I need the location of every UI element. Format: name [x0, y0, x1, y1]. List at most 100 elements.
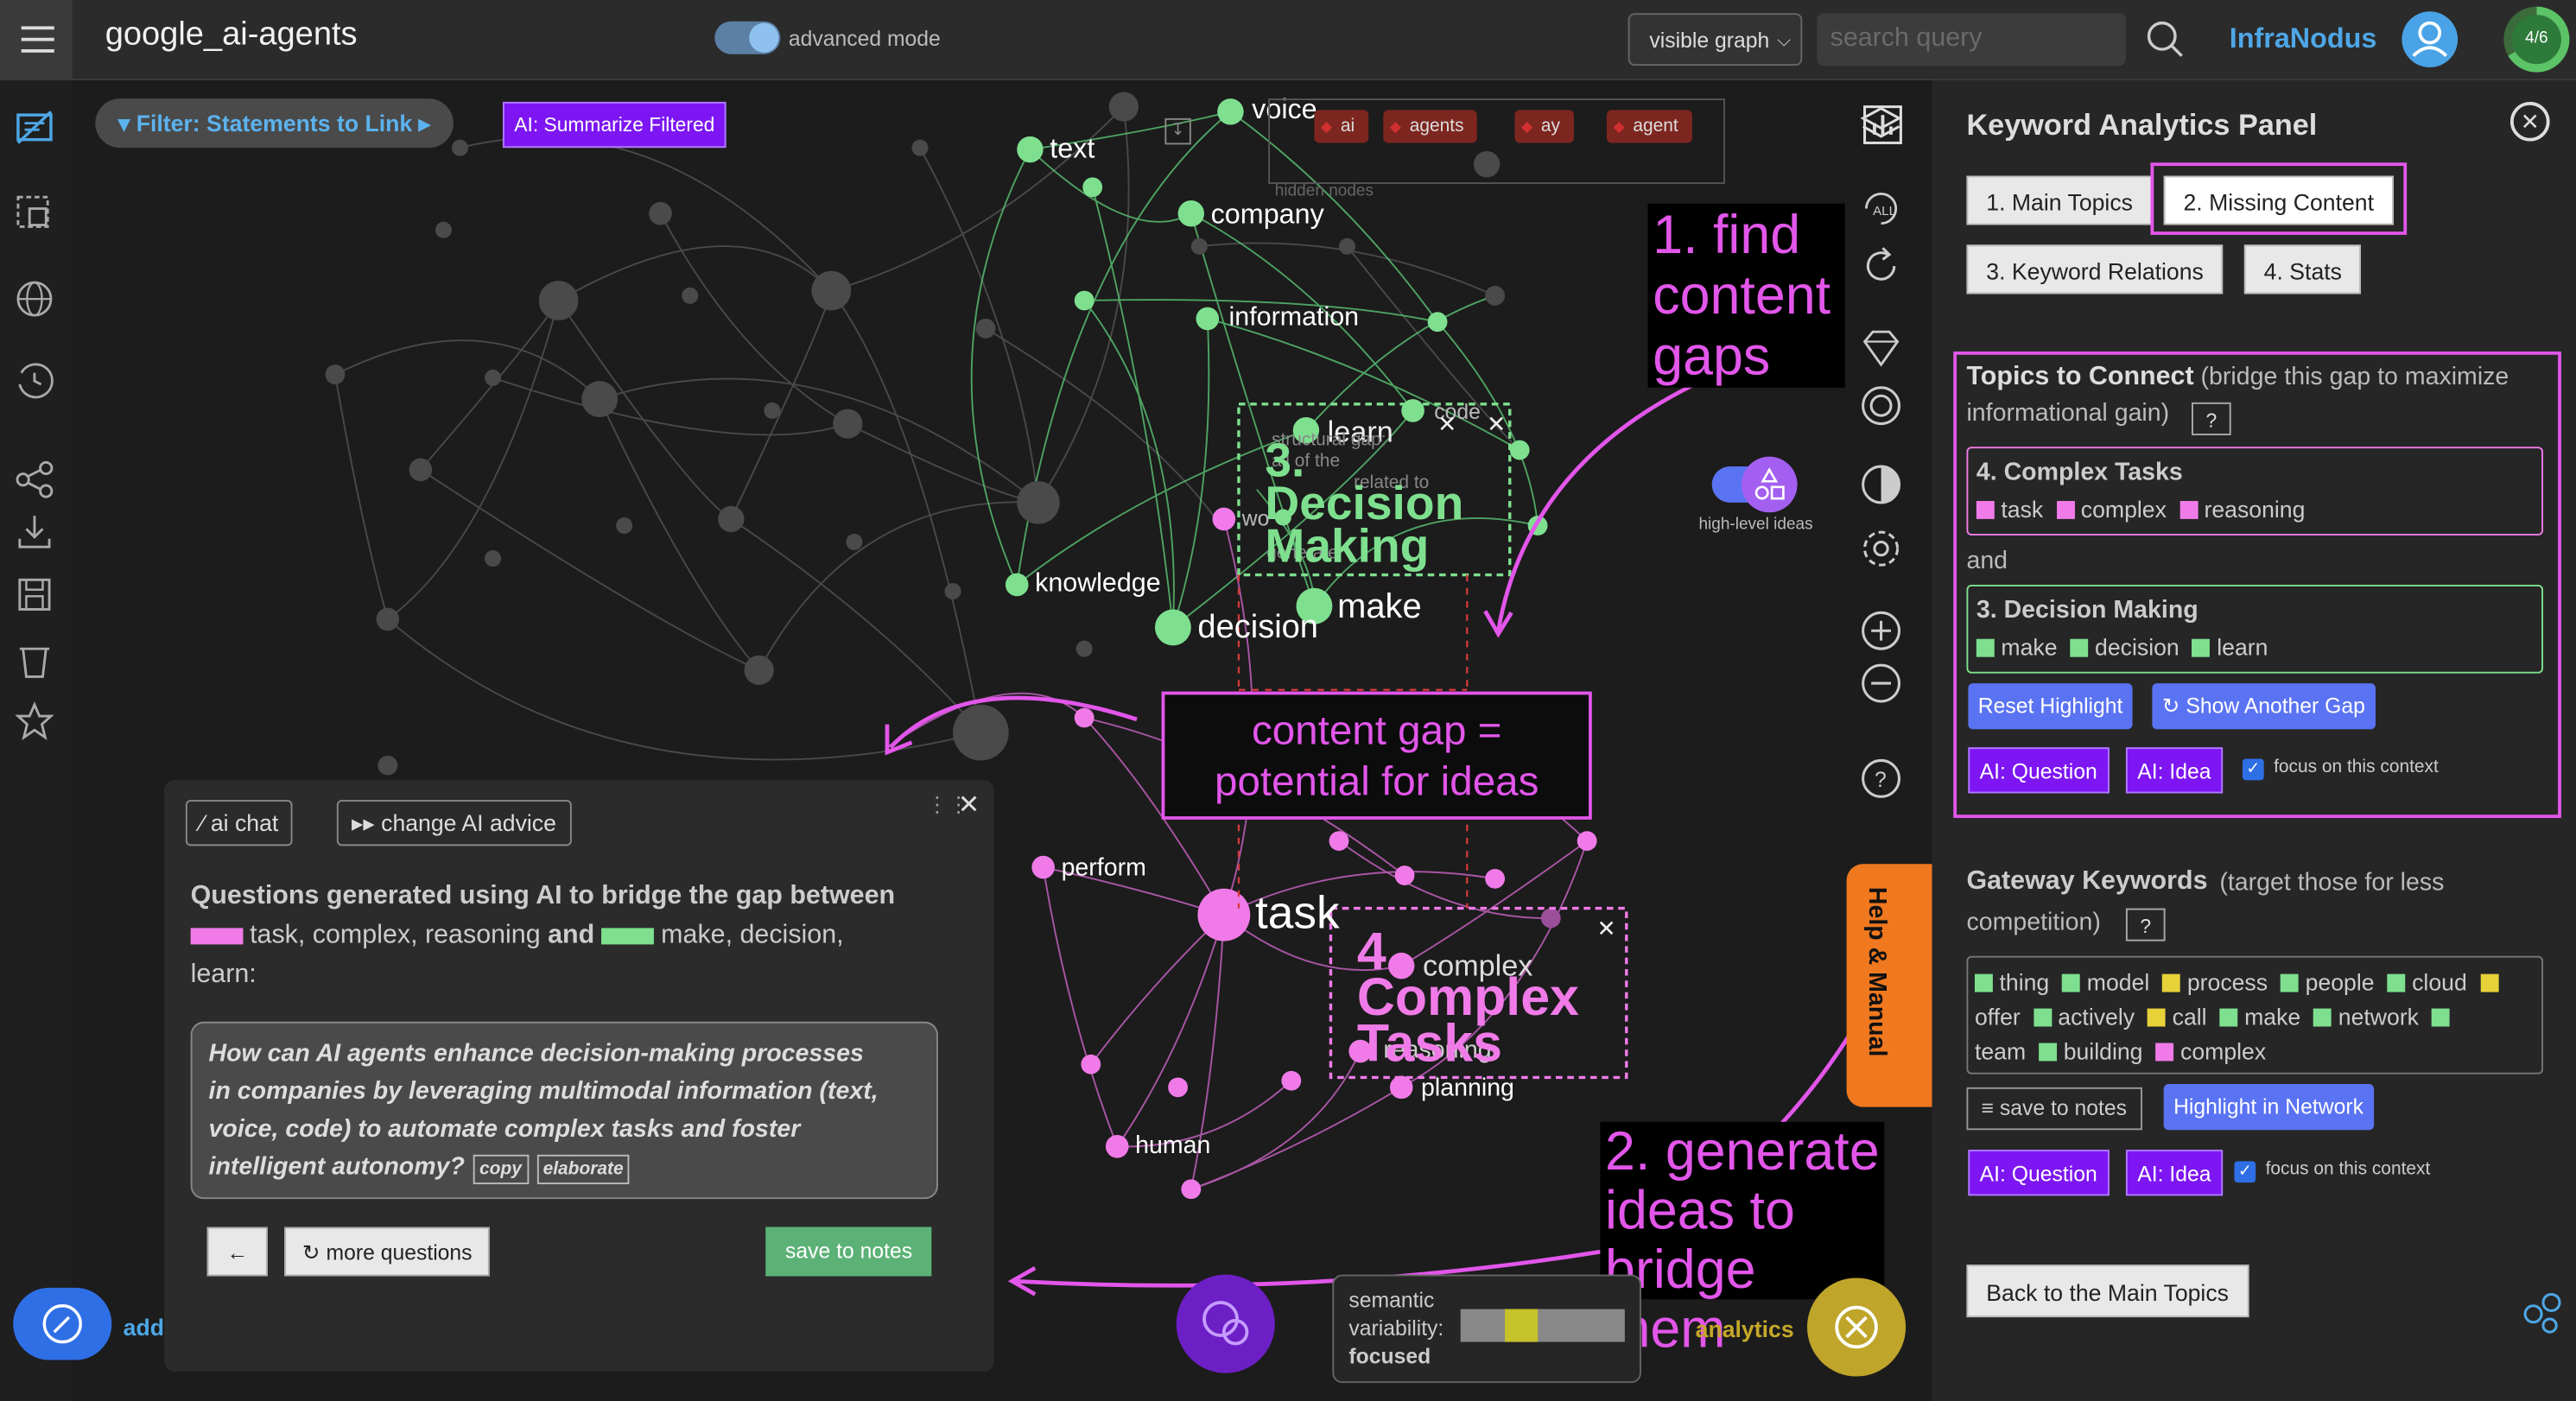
hidden-tag[interactable]: ai	[1314, 110, 1368, 143]
analytics-close-button[interactable]	[1806, 1277, 1907, 1377]
graph-select[interactable]: visible graph ⌵	[1627, 13, 1803, 67]
cluster3-title[interactable]: 3. Decision Making	[1265, 438, 1511, 571]
hidden-tag[interactable]: agent	[1606, 110, 1691, 143]
ai-question-button[interactable]: AI: Question	[1968, 747, 2110, 794]
change-advice-button[interactable]: ▸▸ change AI advice	[336, 800, 572, 846]
gateway-word[interactable]: offer	[1975, 1004, 2021, 1030]
network-icon[interactable]	[2520, 1290, 2566, 1335]
gateway-word[interactable]: network	[2338, 1004, 2419, 1030]
reset-highlight-button[interactable]: Reset Highlight	[1968, 683, 2133, 730]
ai-question-button-2[interactable]: AI: Question	[1968, 1150, 2110, 1196]
gateway-word[interactable]: cloud	[2412, 969, 2467, 995]
node-label-knowledge[interactable]: knowledge	[1035, 570, 1160, 599]
settings-icon[interactable]	[1858, 526, 1904, 572]
advanced-mode-toggle[interactable]	[714, 21, 781, 54]
focus-context-checkbox[interactable]: ✓	[2242, 758, 2264, 781]
gateway-word[interactable]: team	[1975, 1038, 2026, 1064]
save-icon[interactable]	[13, 574, 55, 616]
zoom-out-icon[interactable]	[1858, 660, 1904, 706]
cluster3-close-icon[interactable]: ✕	[1487, 410, 1506, 438]
help-manual-tab[interactable]: Help & Manual	[1846, 864, 1932, 1107]
node-label-task[interactable]: task	[1255, 887, 1340, 940]
bar-chart-icon[interactable]	[1862, 104, 1904, 146]
gateway-word[interactable]: process	[2187, 969, 2268, 995]
globe-icon[interactable]	[13, 277, 55, 320]
history-icon[interactable]	[13, 359, 55, 402]
show-another-gap-button[interactable]: ↻ Show Another Gap	[2152, 683, 2376, 730]
circle-icon[interactable]	[1858, 383, 1904, 428]
tab-stats[interactable]: 4. Stats	[2243, 244, 2362, 295]
select-icon[interactable]	[13, 192, 55, 234]
ai-idea-button-2[interactable]: AI: Idea	[2125, 1150, 2223, 1196]
save-to-notes-chat-button[interactable]: save to notes	[765, 1227, 932, 1277]
tab-keyword-relations[interactable]: 3. Keyword Relations	[1966, 244, 2224, 295]
progress-indicator[interactable]: 4/6	[2503, 6, 2570, 73]
tab-missing-content[interactable]: 2. Missing Content	[2163, 175, 2394, 225]
highlight-network-button[interactable]: Highlight in Network	[2163, 1084, 2374, 1131]
zoom-in-icon[interactable]	[1858, 608, 1904, 654]
gateway-word[interactable]: people	[2306, 969, 2375, 995]
menu-icon[interactable]	[0, 0, 73, 79]
avatar[interactable]	[2402, 11, 2459, 67]
trash-icon[interactable]	[13, 639, 55, 681]
cluster4-title[interactable]: 4. Complex Tasks	[1357, 925, 1620, 1069]
help-button[interactable]: ?	[2192, 402, 2231, 435]
topic-b-words: make decision learn	[1976, 634, 2268, 660]
close-icon[interactable]: ✕	[2509, 101, 2550, 142]
node-label-make[interactable]: make	[1337, 588, 1422, 628]
node-label-company[interactable]: company	[1211, 199, 1324, 231]
add-chat-bubble[interactable]	[13, 1287, 112, 1360]
copy-button[interactable]: copy	[473, 1154, 529, 1185]
tab-main-topics[interactable]: 1. Main Topics	[1966, 175, 2153, 225]
ai-chat-button[interactable]: ⁄ ai chat	[185, 800, 294, 846]
brand-logo[interactable]: InfraNodus	[2230, 23, 2377, 56]
help-icon[interactable]: ?	[1858, 756, 1904, 802]
shapes-icon[interactable]	[1741, 456, 1798, 513]
all-icon[interactable]: ALL	[1858, 186, 1904, 231]
add-label[interactable]: add	[124, 1314, 164, 1340]
gateway-word[interactable]: actively	[2058, 1004, 2135, 1030]
gateway-word[interactable]: model	[2087, 969, 2150, 995]
hidden-tag[interactable]: agents	[1383, 110, 1477, 143]
contrast-icon[interactable]	[1858, 461, 1904, 507]
node-label-information[interactable]: information	[1229, 304, 1360, 333]
gateway-word[interactable]: make	[2244, 1004, 2300, 1030]
save-to-notes-button[interactable]: ≡ save to notes	[1966, 1087, 2142, 1131]
more-questions-button[interactable]: ↻ more questions	[284, 1227, 491, 1277]
cluster3-close-icon-2[interactable]: ✕	[1437, 410, 1456, 438]
ai-idea-button[interactable]: AI: Idea	[2125, 747, 2223, 794]
help-button[interactable]: ?	[2125, 908, 2166, 941]
node-label-perform[interactable]: perform	[1062, 854, 1146, 882]
node-label-planning[interactable]: planning	[1421, 1075, 1514, 1102]
elaborate-button[interactable]: elaborate	[536, 1154, 631, 1185]
ai-summarize-button[interactable]: AI: Summarize Filtered	[502, 101, 726, 149]
download-icon[interactable]: ↧	[1164, 117, 1191, 145]
filter-pill[interactable]: ▾ Filter: Statements to Link ▸	[95, 98, 454, 149]
search-input[interactable]	[1817, 13, 2126, 67]
back-button[interactable]: ←	[206, 1227, 268, 1277]
hidden-tag[interactable]: ay	[1514, 110, 1574, 143]
cluster4-close-icon[interactable]: ✕	[1597, 915, 1616, 942]
no-text-icon[interactable]	[13, 107, 55, 149]
gateway-word[interactable]: thing	[1999, 969, 2049, 995]
back-main-topics-button[interactable]: Back to the Main Topics	[1966, 1265, 2249, 1318]
generated-question[interactable]: How can AI agents enhance decision-makin…	[190, 1021, 938, 1200]
ai-brain-button[interactable]	[1176, 1274, 1275, 1373]
gateway-word[interactable]: complex	[2180, 1038, 2266, 1064]
green-swatch	[2432, 1008, 2450, 1027]
chat-heading: Questions generated using AI to bridge t…	[190, 877, 963, 995]
star-icon[interactable]	[13, 700, 55, 742]
diamond-icon[interactable]	[1858, 326, 1904, 371]
close-icon[interactable]: ✕	[958, 789, 980, 821]
download-icon[interactable]	[13, 510, 55, 553]
refresh-icon[interactable]	[1858, 243, 1904, 288]
node-label-human[interactable]: human	[1135, 1132, 1210, 1159]
search-icon[interactable]	[2146, 20, 2186, 60]
variability-bar[interactable]	[1460, 1309, 1625, 1342]
share-icon[interactable]	[13, 459, 55, 501]
node-label-text[interactable]: text	[1050, 133, 1094, 166]
node-label-decision[interactable]: decision	[1197, 609, 1318, 647]
gateway-word[interactable]: building	[2064, 1038, 2143, 1064]
focus-context-checkbox-2[interactable]: ✓	[2234, 1161, 2256, 1183]
gateway-word[interactable]: call	[2173, 1004, 2207, 1030]
